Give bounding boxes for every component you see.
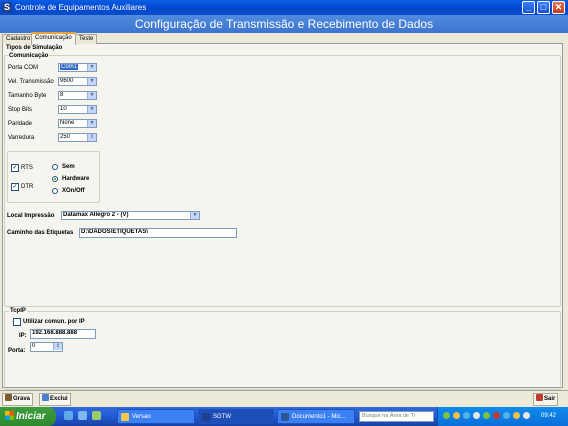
close-button[interactable]: ✕ <box>552 1 565 14</box>
port-stepper[interactable]: 0 ⇕ <box>30 342 63 352</box>
field-label: Vel. Transmissão <box>8 79 54 85</box>
field-label: Stop Bits <box>8 107 33 113</box>
chevron-down-icon[interactable]: ▼ <box>87 64 96 71</box>
exit-icon <box>536 394 543 401</box>
input-value: 192.168.888.888 <box>32 330 78 336</box>
tray-icon[interactable] <box>493 412 500 419</box>
tray-icon[interactable] <box>443 412 450 419</box>
task-label: SGTW <box>213 414 231 420</box>
delete-icon <box>42 394 49 401</box>
spin-arrows-icon[interactable]: ⇕ <box>53 343 62 350</box>
tray-icon[interactable] <box>483 412 490 419</box>
exit-button[interactable]: Sair <box>533 393 559 406</box>
page-title: Configuração de Transmissão e Recebiment… <box>0 15 568 33</box>
exit-label: Sair <box>544 396 556 402</box>
task-documento[interactable]: Documento1 - Mic... <box>277 409 355 424</box>
tab-teste[interactable]: Teste <box>75 34 98 44</box>
ie-icon[interactable] <box>64 411 73 420</box>
selected-value: 10 <box>60 106 67 112</box>
radio-sem-label: Sem <box>62 164 75 170</box>
spin-arrows-icon[interactable]: ⇕ <box>87 134 96 141</box>
delete-label: Exclui <box>50 396 68 402</box>
save-button[interactable]: Grava <box>2 393 34 406</box>
dtr-checkbox[interactable]: ✓ <box>11 183 19 191</box>
task-sgtw[interactable]: SGTW <box>198 409 274 424</box>
byte-size-select[interactable]: 8 ▼ <box>58 91 97 100</box>
scan-interval-stepper[interactable]: 250 ⇕ <box>58 133 97 142</box>
maximize-button[interactable]: □ <box>537 1 550 14</box>
chevron-down-icon[interactable]: ▼ <box>87 78 96 85</box>
print-location-label: Local Impressão <box>7 213 55 219</box>
selected-value: Com1 <box>60 64 79 70</box>
desktop-search-input[interactable]: Busque na Área de Tr <box>359 411 434 422</box>
tray-icon[interactable] <box>453 412 460 419</box>
window-title: Controle de Equipamentos Auxiliares <box>15 3 147 12</box>
app-icon <box>202 413 210 421</box>
tray-icon[interactable] <box>463 412 470 419</box>
selected-value: Datamax Allegro 2 - (V) <box>63 212 129 218</box>
radio-xonoff[interactable] <box>52 188 58 194</box>
chevron-down-icon[interactable]: ▼ <box>87 120 96 127</box>
chevron-down-icon[interactable]: ▼ <box>190 212 199 219</box>
clock: 09:42 <box>541 413 557 419</box>
chevron-down-icon[interactable]: ▼ <box>87 106 96 113</box>
task-label: Documento1 - Mic... <box>292 414 346 420</box>
word-icon <box>281 413 289 421</box>
tray-icon[interactable] <box>513 412 520 419</box>
parity-select[interactable]: None ▼ <box>58 119 97 128</box>
stepper-value: 0 <box>32 343 36 349</box>
start-button[interactable]: Iniciar <box>0 407 56 426</box>
stepper-value: 250 <box>60 134 71 140</box>
outlook-icon[interactable] <box>78 411 87 420</box>
porta-com-select[interactable]: Com1 ▼ <box>58 63 97 72</box>
tray-icon[interactable] <box>473 412 480 419</box>
simulation-label: Tipos de Simulação <box>6 45 63 51</box>
rts-checkbox[interactable]: ✓ <box>11 164 19 172</box>
task-label: Versao <box>132 414 151 420</box>
radio-hardware-label: Hardware <box>62 176 90 182</box>
volume-icon[interactable] <box>523 412 530 419</box>
port-label: Porta: <box>8 348 26 354</box>
baud-rate-select[interactable]: 9600 ▼ <box>58 77 97 86</box>
delete-button[interactable]: Exclui <box>39 393 71 406</box>
field-label: Paridade <box>8 121 33 127</box>
tab-cadastro[interactable]: Cadastro <box>2 34 35 44</box>
labels-path-label: Caminho das Etiquetas <box>7 230 74 236</box>
start-label: Iniciar <box>16 411 46 422</box>
selected-value: 9600 <box>60 78 74 84</box>
field-label: Varredura <box>8 135 35 141</box>
input-value: D:\DADOS\ETIQUETAS\ <box>81 229 148 235</box>
app-icon: S <box>2 2 12 13</box>
task-versao[interactable]: Versao <box>117 409 195 424</box>
minimize-button[interactable]: _ <box>522 1 535 14</box>
dtr-label: DTR <box>21 184 34 190</box>
windows-logo-icon <box>5 411 14 420</box>
ip-label: IP: <box>19 333 27 339</box>
save-label: Grava <box>13 396 31 402</box>
desktop-icon[interactable] <box>92 411 101 420</box>
rts-label: RTS <box>21 165 33 171</box>
selected-value: None <box>60 120 75 126</box>
tcpip-group <box>4 311 561 390</box>
folder-icon <box>121 413 129 421</box>
radio-hardware[interactable] <box>52 176 58 182</box>
selected-value: 8 <box>60 92 64 98</box>
field-label: Porta COM <box>8 65 39 71</box>
tcpip-group-label: TcpIP <box>9 307 27 315</box>
tray-icon[interactable] <box>503 412 510 419</box>
use-ip-label: Utilizar comun. por IP <box>23 319 85 325</box>
chevron-down-icon[interactable]: ▼ <box>87 92 96 99</box>
save-icon <box>5 394 12 401</box>
radio-xonoff-label: XOn/Off <box>62 188 85 194</box>
stop-bits-select[interactable]: 10 ▼ <box>58 105 97 114</box>
labels-path-input[interactable]: D:\DADOS\ETIQUETAS\ <box>79 228 237 238</box>
radio-sem[interactable] <box>52 164 58 170</box>
bottom-toolbar <box>0 390 568 407</box>
ip-input[interactable]: 192.168.888.888 <box>30 329 96 339</box>
print-location-select[interactable]: Datamax Allegro 2 - (V) ▼ <box>61 211 200 220</box>
comm-label: Comunicação <box>8 52 50 60</box>
field-label: Tamanho Byte <box>8 93 47 99</box>
use-ip-checkbox[interactable] <box>13 318 21 326</box>
